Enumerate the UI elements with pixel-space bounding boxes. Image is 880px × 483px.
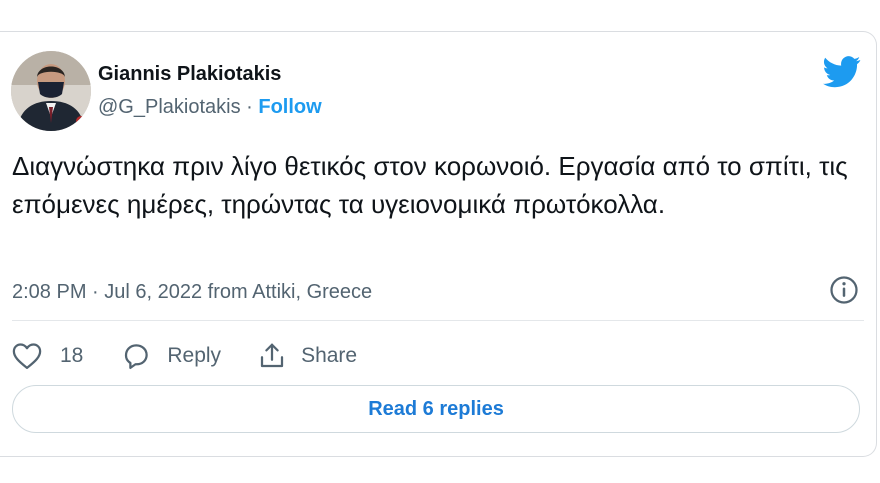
share-label: Share — [301, 344, 358, 367]
author-handle[interactable]: @G_Plakiotakis — [98, 96, 241, 118]
action-bar: 18 Reply Share — [12, 340, 357, 372]
share-upload-icon — [260, 343, 284, 368]
twitter-bird-icon[interactable] — [823, 56, 861, 88]
divider — [12, 320, 864, 321]
tweet-timestamp[interactable]: 2:08 PM · Jul 6, 2022 from Attiki, Greec… — [12, 281, 372, 304]
speech-bubble-icon — [125, 344, 149, 369]
read-replies-label: Read 6 replies — [368, 397, 504, 420]
like-button[interactable]: 18 — [12, 342, 83, 370]
read-replies-button[interactable]: Read 6 replies — [12, 385, 860, 433]
reply-label: Reply — [167, 344, 222, 367]
reply-button[interactable]: Reply — [121, 342, 221, 370]
author-handle-row: @G_Plakiotakis · Follow — [98, 96, 322, 119]
tweet-text: Διαγνώστηκα πριν λίγο θετικός στον κορων… — [12, 151, 848, 219]
like-count: 18 — [60, 344, 84, 367]
avatar[interactable] — [11, 51, 91, 131]
info-icon[interactable] — [829, 275, 859, 305]
avatar-photo — [11, 51, 91, 131]
separator-dot: · — [246, 96, 253, 118]
author-name[interactable]: Giannis Plakiotakis — [98, 63, 281, 86]
follow-button[interactable]: Follow — [258, 96, 321, 118]
heart-icon — [12, 343, 42, 369]
share-button[interactable]: Share — [257, 341, 357, 371]
